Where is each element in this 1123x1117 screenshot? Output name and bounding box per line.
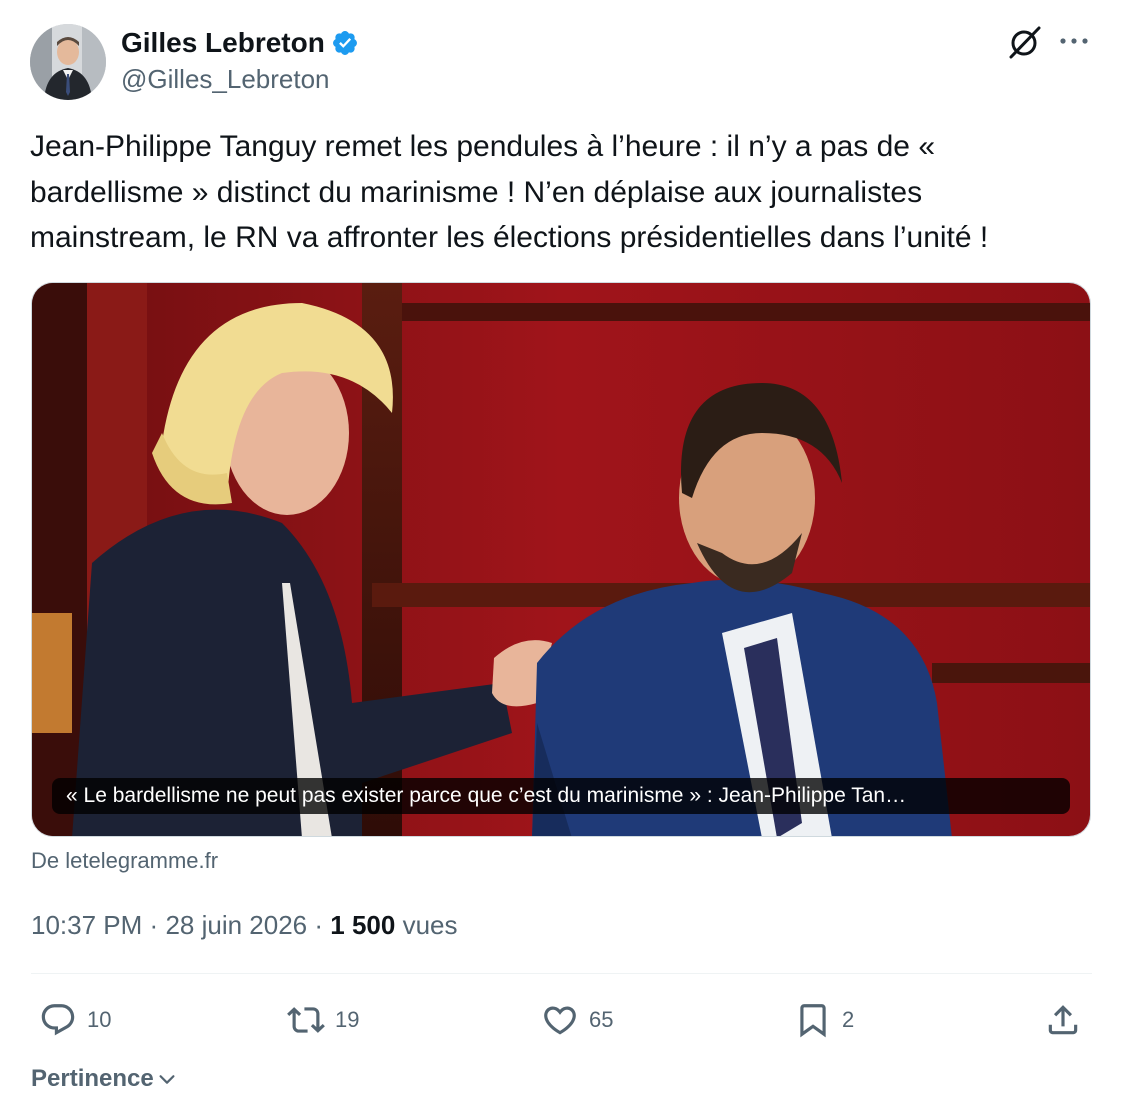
tweet-date[interactable]: 28 juin 2026 [165,910,307,940]
bookmark-icon [800,1004,826,1038]
tweet-text: Jean-Philippe Tanguy remet les pendules … [30,130,989,254]
more-icon[interactable] [1057,26,1091,56]
tweet-time[interactable]: 10:37 PM [31,910,142,940]
repost-count: 19 [335,1007,360,1032]
tweet-meta: 10:37 PM · 28 juin 2026 · 1 500 vues [31,906,458,944]
author-display-name[interactable]: Gilles Lebreton [121,26,325,60]
like-icon [544,1006,576,1035]
bookmark-button[interactable]: 2 [794,992,854,1048]
bookmark-count: 2 [842,1007,855,1032]
action-bar: 10 19 65 2 [0,992,1123,1048]
link-card[interactable]: « Le bardellisme ne peut pas exister par… [31,282,1091,837]
author-handle[interactable]: @Gilles_Lebreton [121,62,359,96]
share-icon [1048,1005,1078,1035]
avatar-image [30,24,106,100]
link-card-caption[interactable]: « Le bardellisme ne peut pas exister par… [52,778,1070,814]
sort-dropdown[interactable]: Pertinence [31,1060,178,1098]
divider [31,973,1092,974]
like-button[interactable]: 65 [541,992,613,1048]
link-source[interactable]: De letelegramme.fr [31,846,218,876]
views-count: 1 500 [330,910,396,940]
author-name-row[interactable]: Gilles Lebreton [121,26,359,60]
tweet-header: Gilles Lebreton @Gilles_Lebreton [30,22,1093,102]
share-button[interactable] [1044,992,1082,1048]
verified-badge-icon[interactable] [331,29,359,57]
avatar[interactable] [30,24,106,100]
link-card-image [32,283,1090,836]
like-count: 65 [589,1007,614,1032]
repost-button[interactable]: 19 [287,992,359,1048]
meta-separator-2: · [314,910,324,940]
reply-count: 10 [87,1007,112,1032]
meta-separator: · [149,910,159,940]
author-block: Gilles Lebreton @Gilles_Lebreton [121,26,359,96]
reply-icon [41,1004,75,1036]
sort-label: Pertinence [31,1065,154,1092]
reply-button[interactable]: 10 [39,992,111,1048]
chevron-down-icon [159,1075,175,1084]
views-label: vues [402,910,458,940]
grok-icon[interactable] [1007,24,1043,60]
repost-icon [287,1007,325,1033]
